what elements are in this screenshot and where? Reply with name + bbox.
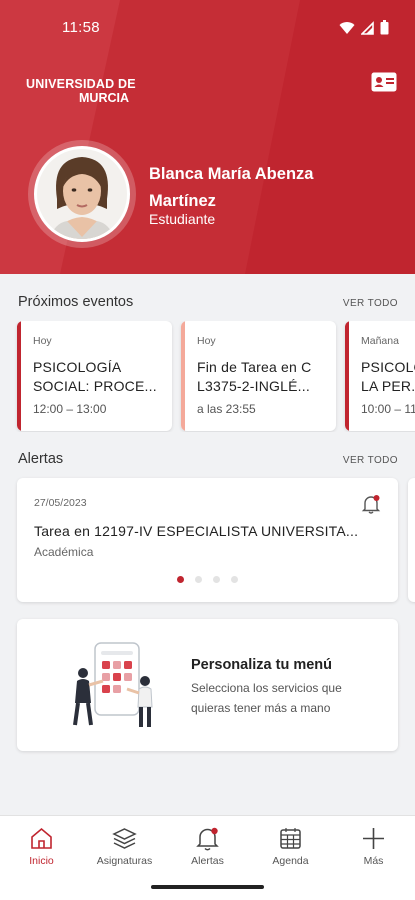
status-bar: 11:58	[0, 0, 415, 56]
event-color-bar	[181, 321, 185, 431]
pagination-dot[interactable]	[213, 576, 220, 583]
person-portrait	[37, 149, 127, 239]
event-title: Fin de Tarea en C L3375-2-INGLÉ...	[197, 359, 312, 394]
event-time: 12:00 – 13:00	[33, 402, 107, 416]
university-logo: UNIVERSIDAD DE MURCIA	[26, 77, 136, 105]
pagination-dot-active[interactable]	[177, 576, 184, 583]
home-icon	[31, 827, 52, 849]
plus-icon	[363, 828, 384, 849]
alert-pagination	[17, 576, 398, 583]
alert-title: Tarea en 12197-IV ESPECIALISTA UNIVERSIT…	[34, 523, 359, 539]
event-day: Mañana	[361, 335, 399, 347]
alert-card[interactable]: 27/05/2023 Tarea en 12197-IV ESPECIALIST…	[17, 478, 398, 602]
wifi-icon	[339, 21, 355, 34]
nav-item-agenda[interactable]: Agenda	[249, 816, 332, 876]
nav-item-inicio[interactable]: Inicio	[0, 816, 83, 876]
customize-menu-card[interactable]: Personaliza tu menú Selecciona los servi…	[17, 619, 398, 751]
avatar[interactable]	[28, 140, 136, 248]
id-card-icon[interactable]	[371, 72, 397, 92]
calendar-icon	[280, 828, 301, 849]
battery-icon	[380, 20, 389, 35]
nav-label: Agenda	[272, 855, 309, 867]
bell-icon	[196, 827, 219, 851]
alerts-section-title: Alertas	[18, 451, 64, 467]
event-time: 10:00 – 11:00	[361, 402, 415, 416]
event-card[interactable]: Hoy Fin de Tarea en C L3375-2-INGLÉ... a…	[181, 321, 336, 431]
next-alert-card-peek[interactable]	[408, 478, 415, 602]
alert-date: 27/05/2023	[34, 497, 87, 509]
pagination-dot[interactable]	[195, 576, 202, 583]
customize-menu-title: Personaliza tu menú	[191, 657, 333, 673]
signal-icon	[361, 20, 374, 35]
bell-icon	[361, 495, 381, 514]
event-card[interactable]: Mañana PSICOLOGÍA DE LA PER... 10:00 – 1…	[345, 321, 415, 431]
logo-line1: UNIVERSIDAD DE	[26, 77, 136, 91]
events-see-all-link[interactable]: VER TODO	[343, 298, 398, 309]
nav-item-mas[interactable]: Más	[332, 816, 415, 876]
customize-menu-illustration	[73, 642, 153, 727]
nav-item-alertas[interactable]: Alertas	[166, 816, 249, 876]
event-color-bar	[17, 321, 21, 431]
status-time: 11:58	[62, 19, 100, 36]
layers-icon	[112, 828, 137, 849]
event-title: PSICOLOGÍA DE LA PER...	[361, 359, 415, 394]
nav-item-asignaturas[interactable]: Asignaturas	[83, 816, 166, 876]
user-name: Blanca María Abenza Martínez	[149, 165, 314, 210]
event-card[interactable]: Hoy PSICOLOGÍA SOCIAL: PROCE... 12:00 – …	[17, 321, 172, 431]
event-title: PSICOLOGÍA SOCIAL: PROCE...	[33, 359, 157, 394]
avatar-photo	[34, 146, 130, 242]
nav-label: Asignaturas	[96, 855, 153, 867]
events-carousel[interactable]: Hoy PSICOLOGÍA SOCIAL: PROCE... 12:00 – …	[0, 321, 415, 432]
pagination-dot[interactable]	[231, 576, 238, 583]
alert-category: Académica	[34, 545, 94, 559]
nav-label: Alertas	[191, 855, 224, 867]
event-time: a las 23:55	[197, 402, 256, 416]
alerts-see-all-link[interactable]: VER TODO	[343, 455, 398, 466]
event-day: Hoy	[33, 335, 52, 347]
events-section-title: Próximos eventos	[18, 294, 134, 310]
user-role: Estudiante	[149, 211, 216, 227]
nav-label: Inicio	[29, 855, 54, 867]
home-indicator[interactable]	[151, 885, 264, 889]
event-color-bar	[345, 321, 349, 431]
logo-line2: MURCIA	[79, 91, 129, 105]
nav-label: Más	[363, 855, 384, 867]
event-day: Hoy	[197, 335, 216, 347]
profile-header: 11:58 UNIVERSIDAD DE MURCIA Blanca María…	[0, 0, 415, 274]
system-icons	[339, 20, 389, 35]
customize-menu-description: Selecciona los servicios que quieras ten…	[191, 681, 342, 715]
